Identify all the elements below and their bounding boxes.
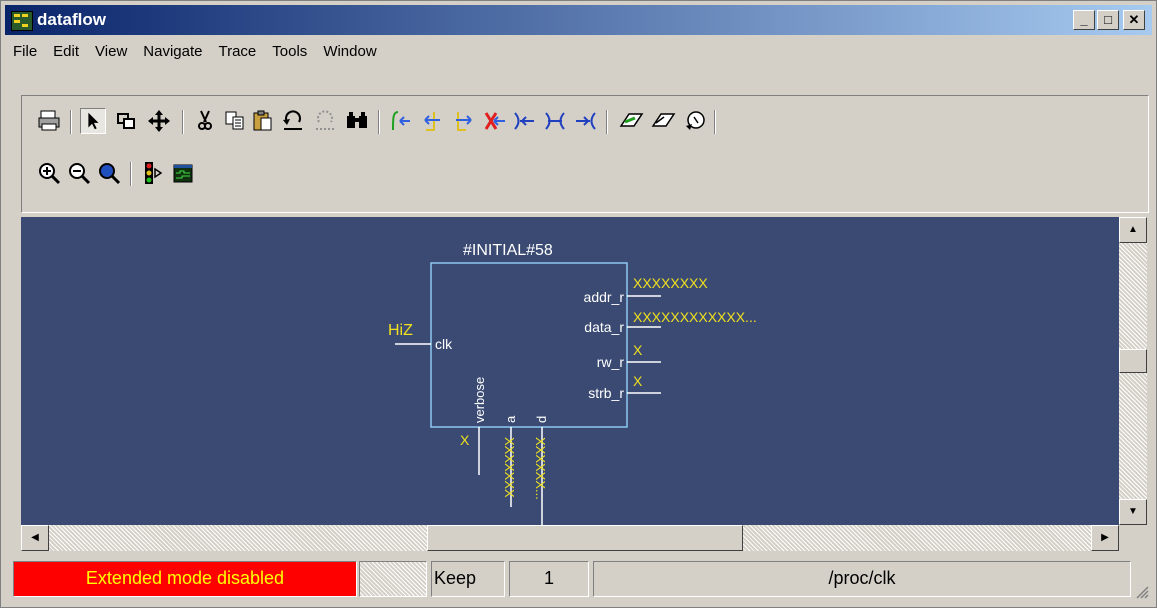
zoom-out-icon[interactable] [66,160,92,186]
dataflow-canvas[interactable]: #INITIAL#58 clk HiZ addr_r XXXXXXXX data… [21,217,1119,525]
data-r-port-label: data_r [584,319,624,335]
cut-icon[interactable] [192,108,218,134]
toolbar-separator [182,110,184,134]
dataflow-window: dataflow _ □ ✕ File Edit View Navigate Trace… [0,0,1157,608]
a-value: XXXXXXX [502,437,517,498]
expand-right-icon[interactable] [572,108,598,134]
trace-input-icon[interactable] [388,108,414,134]
select-pointer-icon[interactable] [80,108,106,134]
zoom-area-icon[interactable] [114,108,140,134]
a-port-label: a [503,415,518,423]
verbose-port-label: verbose [472,377,487,423]
verbose-value: X [460,432,470,448]
maximize-button[interactable]: □ [1097,10,1119,30]
addr-r-port-label: addr_r [584,289,625,305]
block-name[interactable]: #INITIAL#58 [463,242,553,259]
app-icon [11,11,33,31]
trace-x-icon[interactable] [482,108,508,134]
scroll-right-button[interactable]: ▶ [1091,525,1119,551]
scroll-up-button[interactable]: ▲ [1119,217,1147,243]
clk-port-label: clk [435,336,453,352]
scroll-down-button[interactable]: ▼ [1119,499,1147,525]
erase-3-icon[interactable] [682,108,708,134]
d-value: XXXXXX... [533,437,548,500]
menu-tools[interactable]: Tools [264,37,315,60]
resize-grip-icon[interactable] [1135,585,1149,599]
copy-icon[interactable] [222,108,248,134]
vertical-scrollbar[interactable]: ▲ ▼ [1119,217,1147,525]
menu-file[interactable]: File [5,37,45,60]
minimize-button[interactable]: _ [1073,10,1095,30]
expand-left-icon[interactable] [512,108,538,134]
addr-r-value: XXXXXXXX [633,275,708,291]
toolbar-separator [378,110,380,134]
rw-r-port-label: rw_r [597,354,625,370]
scroll-corner [1119,525,1147,551]
wave-window-icon[interactable] [170,160,196,186]
status-keep-label: Keep [431,561,505,597]
menu-window[interactable]: Window [315,37,384,60]
clk-value: HiZ [388,322,413,339]
scroll-left-button[interactable]: ◀ [21,525,49,551]
process-block[interactable] [430,262,628,428]
toolbar-separator [70,110,72,134]
erase-2-icon[interactable] [650,108,676,134]
pan-icon[interactable] [146,108,172,134]
menu-edit[interactable]: Edit [45,37,87,60]
toolbar [21,95,1149,213]
paste-icon[interactable] [250,108,276,134]
toolbar-separator [714,110,716,134]
title-bar[interactable]: dataflow _ □ ✕ [5,5,1152,35]
window-title: dataflow [37,10,106,29]
rw-r-value: X [633,342,643,358]
redo-icon[interactable] [312,108,338,134]
menu-navigate[interactable]: Navigate [135,37,210,60]
toolbar-separator [130,162,132,186]
trace-back-icon[interactable] [420,108,446,134]
stop-light-icon[interactable] [140,160,166,186]
horizontal-scroll-thumb[interactable] [427,525,743,551]
trace-forward-icon[interactable] [450,108,476,134]
zoom-in-icon[interactable] [36,160,62,186]
strb-r-value: X [633,373,643,389]
dataflow-diagram: #INITIAL#58 clk HiZ addr_r XXXXXXXX data… [388,242,757,525]
status-mode: Extended mode disabled [13,561,357,597]
strb-r-port-label: strb_r [588,385,624,401]
status-empty-pane [359,561,427,597]
status-path: /proc/clk [593,561,1131,597]
zoom-full-icon[interactable] [96,160,122,186]
menu-bar: File Edit View Navigate Trace Tools Window [5,37,1152,65]
d-port-label: d [534,416,549,423]
menu-trace[interactable]: Trace [210,37,264,60]
status-keep-value: 1 [509,561,589,597]
toolbar-separator [606,110,608,134]
vertical-scroll-thumb[interactable] [1119,349,1147,373]
expand-both-icon[interactable] [542,108,568,134]
horizontal-scrollbar[interactable]: ◀ ▶ [21,525,1119,551]
undo-icon[interactable] [280,108,306,134]
erase-1-icon[interactable] [618,108,644,134]
close-button[interactable]: ✕ [1123,10,1145,30]
find-icon[interactable] [344,108,370,134]
menu-view[interactable]: View [87,37,135,60]
print-icon[interactable] [36,108,62,134]
data-r-value: XXXXXXXXXXXX... [633,309,757,325]
